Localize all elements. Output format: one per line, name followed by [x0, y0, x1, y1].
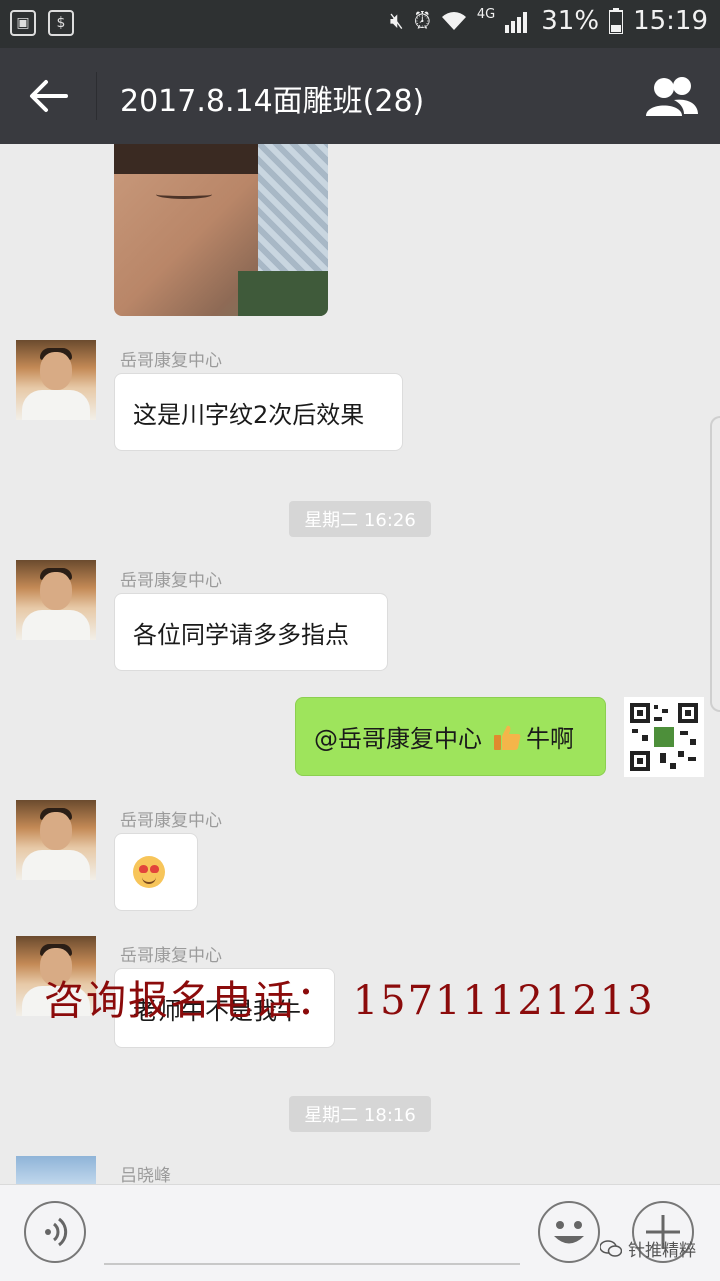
signal-icon [505, 12, 528, 33]
qr-code-avatar[interactable] [624, 697, 704, 777]
image-message[interactable] [114, 144, 328, 316]
sender-name: 岳哥康复中心 [120, 351, 222, 371]
mute-icon: 🔇︎ [389, 8, 404, 34]
sender-name: 岳哥康复中心 [120, 571, 222, 591]
status-bar: ▣ $ 🔇︎ ⏰︎ 4G 31% 15:19 [0, 0, 720, 48]
contact-watermark: 咨询报名电话： 15711121213 [44, 978, 655, 1024]
avatar[interactable] [16, 560, 96, 640]
battery-percent: 31% [541, 6, 600, 36]
message-text: 各位同学请多多指点 [133, 620, 349, 649]
clock: 15:19 [633, 6, 708, 36]
my-message-bubble[interactable]: @岳哥康复中心 牛啊 [295, 697, 606, 776]
emoji-button[interactable] [538, 1201, 600, 1263]
chat-header: 2017.8.14面雕班(28) [0, 48, 720, 144]
voice-icon [45, 1217, 68, 1247]
chat-area[interactable]: 岳哥康复中心 这是川字纹2次后效果 星期二 16:26 岳哥康复中心 各位同学请… [0, 144, 720, 1184]
message-bubble[interactable] [114, 833, 198, 911]
heart-eyes-emoji-icon [133, 856, 165, 888]
header-divider [96, 72, 97, 120]
gallery-icon: ▣ [10, 10, 36, 36]
time-divider: 星期二 18:16 [289, 1096, 431, 1132]
smiley-icon [554, 1221, 584, 1244]
back-arrow-icon[interactable] [26, 76, 70, 116]
thumbs-up-icon [494, 725, 521, 750]
message-text: 牛啊 [526, 725, 574, 753]
sender-name: 吕晓峰 [120, 1166, 171, 1184]
mention-text: @岳哥康复中心 [314, 725, 482, 753]
message-bubble[interactable]: 各位同学请多多指点 [114, 593, 388, 671]
dollar-app-icon: $ [48, 10, 74, 36]
voice-input-button[interactable] [24, 1201, 86, 1263]
avatar[interactable] [16, 340, 96, 420]
wechat-icon [600, 1239, 622, 1257]
input-bar [0, 1184, 720, 1281]
network-type: 4G [476, 6, 496, 22]
alarm-icon: ⏰︎ [413, 8, 431, 34]
message-input[interactable] [104, 1263, 520, 1265]
wechat-account-mark: 针推精粹 [600, 1236, 696, 1261]
avatar[interactable] [16, 1156, 96, 1184]
wechat-account-name: 针推精粹 [628, 1241, 696, 1261]
wifi-icon [441, 12, 466, 30]
sender-name: 岳哥康复中心 [120, 946, 222, 966]
time-divider: 星期二 16:26 [289, 501, 431, 537]
scroll-indicator[interactable] [710, 416, 720, 712]
avatar[interactable] [16, 800, 96, 880]
message-bubble[interactable]: 这是川字纹2次后效果 [114, 373, 403, 451]
sender-name: 岳哥康复中心 [120, 811, 222, 831]
battery-icon [609, 8, 624, 34]
chat-title: 2017.8.14面雕班(28) [120, 84, 425, 119]
message-text: 这是川字纹2次后效果 [133, 400, 365, 429]
group-members-icon[interactable] [644, 74, 700, 118]
